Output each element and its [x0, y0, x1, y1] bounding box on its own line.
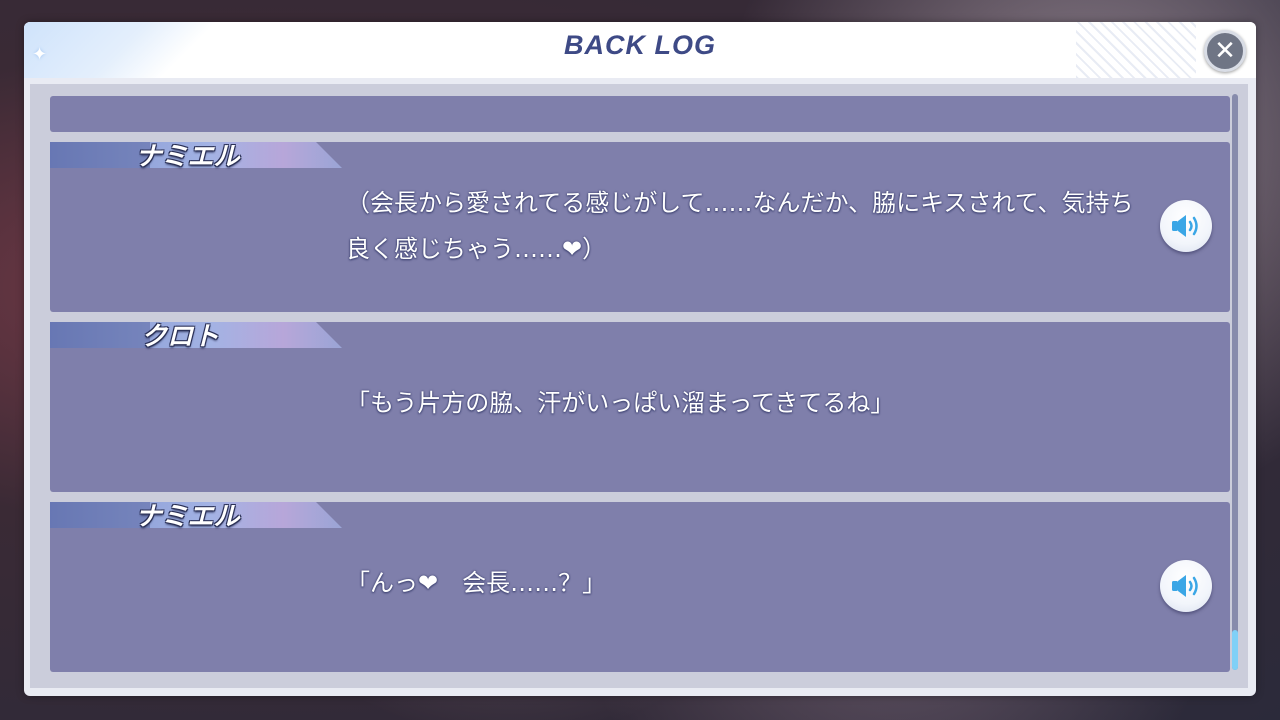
page-title: BACK LOG: [564, 30, 716, 60]
close-button[interactable]: ✕: [1204, 30, 1246, 72]
voice-replay-button[interactable]: [1160, 560, 1212, 612]
log-entry-partial: [50, 96, 1230, 132]
speaker-volume-icon: [1172, 215, 1198, 237]
log-entry[interactable]: ナミエル （会長から愛されてる感じがして……なんだか、脇にキスされて、気持ち良く…: [50, 141, 1230, 312]
log-entry[interactable]: クロト 「もう片方の脇、汗がいっぱい溜まってきてるね」: [50, 321, 1230, 492]
speaker-volume-icon: [1172, 575, 1198, 597]
scrollbar-thumb[interactable]: [1232, 630, 1238, 670]
backlog-window: ✦ BACK LOG ✕ ナミエル （会長から愛されてる感じがして……なんだか、…: [24, 22, 1256, 696]
log-list[interactable]: ナミエル （会長から愛されてる感じがして……なんだか、脇にキスされて、気持ち良く…: [30, 84, 1248, 688]
close-icon: ✕: [1214, 36, 1236, 66]
speaker-name: クロト: [140, 321, 219, 351]
dialogue-text: 「んっ❤ 会長……？」: [346, 569, 607, 597]
dialogue-text: 「もう片方の脇、汗がいっぱい溜まってきてるね」: [346, 389, 895, 417]
dialogue-text: （会長から愛されてる感じがして……なんだか、脇にキスされて、気持ち良く感じちゃう…: [346, 189, 1134, 263]
log-entry[interactable]: ナミエル 「んっ❤ 会長……？」: [50, 501, 1230, 672]
speaker-name: ナミエル: [135, 141, 240, 171]
scrollbar[interactable]: [1232, 94, 1238, 670]
voice-replay-button[interactable]: [1160, 200, 1212, 252]
backlog-header: ✦ BACK LOG ✕: [24, 22, 1256, 78]
speaker-name: ナミエル: [135, 501, 240, 531]
